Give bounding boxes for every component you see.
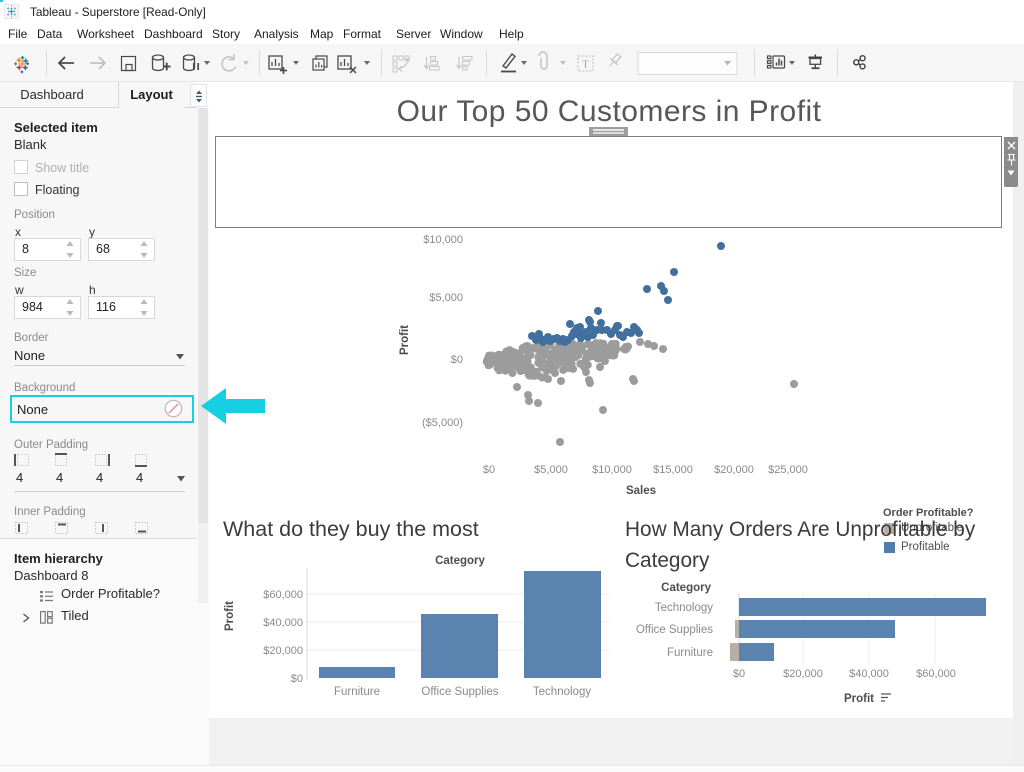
- svg-text:$40,000: $40,000: [849, 668, 889, 680]
- svg-text:Furniture: Furniture: [334, 686, 380, 698]
- svg-text:$60,000: $60,000: [263, 589, 303, 601]
- svg-text:Technology: Technology: [655, 602, 713, 614]
- svg-text:$60,000: $60,000: [916, 668, 956, 680]
- svg-text:$0: $0: [483, 464, 495, 476]
- svg-text:$5,000: $5,000: [429, 292, 463, 304]
- svg-text:Furniture: Furniture: [667, 647, 713, 659]
- svg-text:$15,000: $15,000: [653, 464, 693, 476]
- svg-text:Sales: Sales: [626, 485, 656, 497]
- svg-text:$5,000: $5,000: [534, 464, 568, 476]
- svg-text:($5,000): ($5,000): [422, 417, 463, 429]
- svg-text:Office Supplies: Office Supplies: [636, 624, 713, 636]
- svg-text:$0: $0: [733, 668, 745, 680]
- svg-text:$20,000: $20,000: [263, 645, 303, 657]
- svg-text:$20,000: $20,000: [783, 668, 823, 680]
- svg-text:$20,000: $20,000: [714, 464, 754, 476]
- svg-text:$25,000: $25,000: [768, 464, 808, 476]
- svg-text:Profit: Profit: [399, 325, 411, 355]
- svg-text:Technology: Technology: [533, 686, 591, 698]
- svg-text:$0: $0: [451, 354, 463, 366]
- svg-text:$0: $0: [291, 673, 303, 685]
- svg-text:Category: Category: [435, 555, 485, 567]
- svg-text:$40,000: $40,000: [263, 617, 303, 629]
- svg-text:Profit: Profit: [224, 601, 236, 631]
- svg-text:T: T: [582, 60, 588, 71]
- svg-text:Category: Category: [661, 582, 711, 594]
- svg-text:$10,000: $10,000: [592, 464, 632, 476]
- svg-text:$10,000: $10,000: [423, 234, 463, 246]
- svg-text:Profit: Profit: [844, 693, 874, 705]
- svg-text:Office Supplies: Office Supplies: [421, 686, 498, 698]
